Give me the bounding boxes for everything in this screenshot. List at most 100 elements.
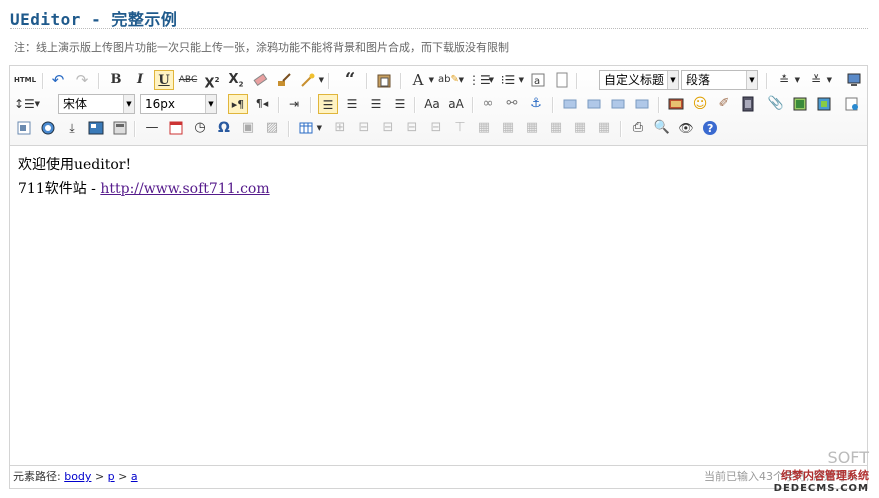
svg-text:a: a [534,76,540,87]
watermark-soft: SOFT [827,448,869,467]
align-left-icon[interactable]: ☰ [318,94,338,114]
to-uppercase-icon[interactable]: Aa [422,94,442,114]
row-spacing-bottom-icon[interactable]: ≚ ▼ [806,70,832,90]
italic-icon[interactable]: I [130,70,150,90]
merge-down-icon[interactable]: ▦ [522,118,542,138]
blockquote-icon[interactable]: “ [340,70,360,90]
anchor-icon[interactable]: ⚓ [526,94,546,114]
line-height-icon[interactable]: ↕☰ ▼ [14,94,40,114]
image-center-icon[interactable] [632,94,652,114]
indent-icon[interactable]: ⇥ [284,94,304,114]
image-left-icon[interactable] [584,94,604,114]
editor-content-area[interactable]: 欢迎使用ueditor! 711软件站 - http://www.soft711… [18,153,270,201]
superscript-icon[interactable]: X2 [202,70,222,91]
split-cols-icon[interactable]: ▦ [594,118,614,138]
template-icon[interactable] [110,118,130,138]
align-justify-icon[interactable]: ☰ [390,94,410,114]
toolbar-separator [766,73,768,89]
ordered-list-icon[interactable]: ⋮☰ ▼ [468,70,494,90]
eraser-icon[interactable] [250,70,270,90]
paragraph-format-value: 自定义标题 [604,73,665,87]
bold-icon[interactable]: B [106,70,126,90]
webapp-icon[interactable] [38,118,58,138]
content-line-2: 711软件站 - http://www.soft711.com [18,177,270,201]
rtl-direction-icon[interactable]: ¶◂ [252,94,272,114]
path-item-p[interactable]: p [108,470,115,483]
unlink-icon[interactable]: ⚯ [502,94,522,114]
merge-right-icon[interactable]: ▦ [498,118,518,138]
ltr-direction-icon[interactable]: ▸¶ [228,94,248,114]
insert-row-icon[interactable]: ⊟ [378,118,398,138]
link-icon[interactable]: ∞ [478,94,498,114]
word-image-icon[interactable]: ▨ [262,118,282,138]
background-icon[interactable] [86,118,106,138]
auto-typeset-icon[interactable]: ▼ [298,70,324,90]
delete-col-icon[interactable]: ⊤ [450,118,470,138]
attachment-icon[interactable]: 📎 [766,94,786,114]
watermark: SOFT 织梦内容管理系统 DEDECMS.COM [774,448,869,494]
snapscreen-icon[interactable]: ▣ [238,118,258,138]
path-separator: > [118,470,128,483]
print-icon[interactable]: ⎙ [628,118,648,138]
delete-row-icon[interactable]: ⊟ [402,118,422,138]
map-icon[interactable] [814,94,834,114]
page-title: UEditor - 完整示例 [10,10,178,29]
to-lowercase-icon[interactable]: aA [446,94,466,114]
special-char-icon[interactable]: Ω [214,118,234,138]
split-cells-icon[interactable]: ▦ [546,118,566,138]
clear-doc-icon[interactable] [552,70,572,90]
paragraph-format-select[interactable]: 自定义标题 ▼ [599,70,679,90]
subscript-icon[interactable]: X2 [226,70,246,90]
select-all-icon[interactable]: a [528,70,548,90]
path-item-body[interactable]: body [64,470,91,483]
split-rows-icon[interactable]: ▦ [570,118,590,138]
insert-image-icon[interactable] [666,94,686,114]
background-color-icon[interactable]: ab✎ ▼ [438,70,464,90]
row-spacing-top-icon[interactable]: ≛ ▼ [774,70,800,90]
horizontal-rule-icon[interactable]: — [142,118,162,138]
paste-plain-icon[interactable] [374,70,394,90]
source-html-button[interactable]: HTML [14,70,36,90]
insert-table-icon[interactable]: ▼ [296,118,322,138]
preview-icon[interactable] [844,70,864,90]
merge-cells-icon[interactable]: ▦ [474,118,494,138]
editor-statusbar: 元素路径: body > p > a 当前已输入43个字符, 您还可以 [10,465,867,488]
insert-col-icon[interactable]: ⊟ [426,118,446,138]
google-map-icon[interactable] [842,94,862,114]
font-size-select[interactable]: 16px ▼ [140,94,217,114]
insert-frame-icon[interactable] [14,118,34,138]
path-item-a[interactable]: a [131,470,138,483]
emotion-icon[interactable]: ☺ [690,94,710,114]
image-gallery-icon[interactable] [790,94,810,114]
search-replace-icon[interactable]: 🔍 [652,118,672,138]
content-link[interactable]: http://www.soft711.com [100,181,269,197]
unordered-list-icon[interactable]: ⁝☰ ▼ [498,70,524,90]
align-center-icon[interactable]: ☰ [342,94,362,114]
underline-icon[interactable]: U [154,70,174,90]
toolbar-separator [472,97,474,113]
font-color-icon[interactable]: A ▼ [408,70,434,90]
format-brush-icon[interactable] [274,70,294,90]
font-family-value: 宋体 [63,97,88,111]
image-right-icon[interactable] [608,94,628,114]
insert-video-icon[interactable] [738,94,758,114]
font-family-select[interactable]: 宋体 ▼ [58,94,135,114]
toolbar-separator [658,97,660,113]
paragraph-style-select[interactable]: 段落 ▼ [681,70,758,90]
align-right-icon[interactable]: ☰ [366,94,386,114]
toolbar-separator [310,97,312,113]
redo-icon[interactable]: ↷ [72,70,92,90]
undo-icon[interactable]: ↶ [48,70,68,90]
find-icon[interactable]: 👁 [676,118,696,138]
demo-note: 注：线上演示版上传图片功能一次只能上传一张，涂鸦功能不能将背景和图片合成，而下载… [14,41,509,54]
insert-date-icon[interactable] [166,118,186,138]
strikethrough-icon[interactable]: ABC [178,70,198,90]
delete-table-icon[interactable]: ⊞ [330,118,350,138]
insert-paragraph-before-table-icon[interactable]: ⊟ [354,118,374,138]
scrawl-icon[interactable]: ✐ [714,94,734,114]
page-break-icon[interactable]: ⤓ [62,118,82,138]
image-none-icon[interactable] [560,94,580,114]
help-icon[interactable]: ? [700,118,720,138]
toolbar-separator [552,97,554,113]
insert-time-icon[interactable]: ◷ [190,118,210,138]
